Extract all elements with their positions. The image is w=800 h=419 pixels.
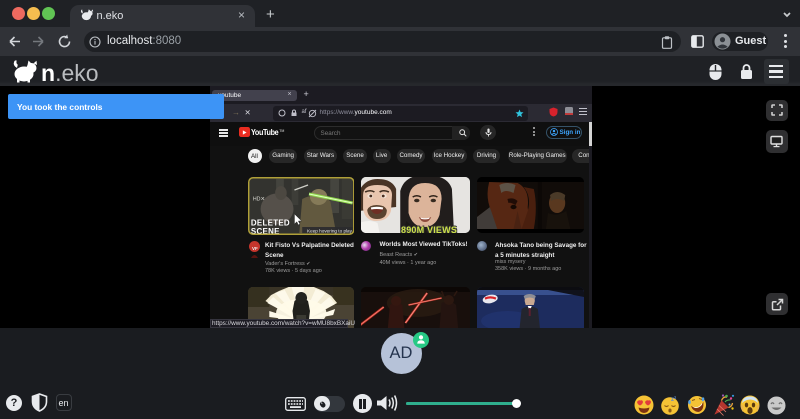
- svg-text:Keep hovering to play: Keep hovering to play: [307, 228, 353, 234]
- svg-text:z: z: [674, 395, 677, 400]
- svg-text:HD✕: HD✕: [252, 196, 264, 202]
